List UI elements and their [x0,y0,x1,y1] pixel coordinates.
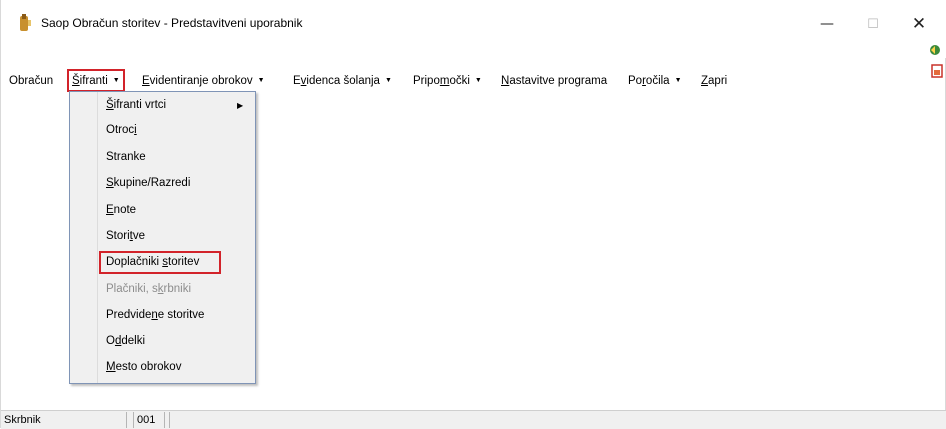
status-user: Skrbnik [1,412,127,428]
highlight-box [99,251,221,274]
menu-evidenca-solanja[interactable]: Evidenca šolanja ▼ [293,72,392,90]
menu-item-label: Otroc [106,124,135,136]
menu-accesskey: Z [701,75,709,87]
document-icon[interactable] [931,64,943,78]
menu-accesskey: Š [106,99,114,111]
menu-item-label: ifranti vrtci [113,99,167,111]
menu-item-placniki-skrbniki: Plačniki, skrbniki [106,279,191,299]
menu-item-label: Stranke [106,151,146,163]
menu-sifranti[interactable]: Šifranti ▼ [67,69,125,92]
status-message [169,412,946,428]
menu-label: apri [708,75,728,87]
maximize-button[interactable]: ☐ [850,10,896,38]
menu-item-label: ve [132,230,146,242]
menu-label: ifranti [79,75,108,87]
menu-label: Po [628,75,643,87]
minimize-button[interactable]: — [804,10,850,38]
menu-zapri[interactable]: Zapri [701,72,727,90]
menu-label: Pripo [413,75,440,87]
menu-label: astavitve programa [509,75,608,87]
app-window: Saop Obračun storitev - Predstavitveni u… [0,0,946,429]
close-button[interactable]: ✕ [896,10,942,38]
menu-accesskey: E [142,75,150,87]
menu-item-label: rbniki [163,283,192,295]
menu-pripomocki[interactable]: Pripomočki ▼ [413,72,482,90]
menu-accesskey: E [106,204,114,216]
title-bar: Saop Obračun storitev - Predstavitveni u… [1,0,946,58]
window-title: Saop Obračun storitev - Predstavitveni u… [41,16,303,30]
menu-label: očki [449,75,470,87]
app-icon [20,14,31,31]
menu-item-otroci[interactable]: Otroci [106,120,137,140]
chevron-down-icon: ▼ [112,77,120,84]
menu-item-stranke[interactable]: Stranke [106,147,146,167]
menu-accesskey: Š [72,75,80,87]
menu-item-label: esto obrokov [115,361,182,373]
menu-item-label: e storitve [157,309,205,321]
menu-item-label: Predvide [106,309,152,321]
menu-item-mesto-obrokov[interactable]: Mesto obrokov [106,357,181,377]
menu-porocila[interactable]: Poročila ▼ [628,72,682,90]
menu-evidentiranje-obrokov[interactable]: Evidentiranje obrokov ▼ [142,72,265,90]
menu-item-storitve[interactable]: Storitve [106,226,145,246]
menu-gutter [70,92,98,383]
chevron-down-icon: ▼ [474,77,482,84]
status-code: 001 [133,412,165,428]
menu-label: očila [645,75,670,87]
submenu-arrow-icon: ▶ [237,101,244,110]
menu-label: idenca šolanja [306,75,380,87]
chevron-down-icon: ▼ [257,77,265,84]
menu-item-label: kupine/Razredi [113,177,191,189]
menu-label: Obračun [9,75,54,87]
menu-item-label: Plačniki, s [106,283,158,295]
sifranti-dropdown-menu [69,91,256,384]
menu-item-label: Stori [106,230,130,242]
menu-accesskey: S [106,177,114,189]
menu-nastavitve-programa[interactable]: Nastavitve programa [501,72,607,90]
refresh-icon[interactable] [929,44,941,56]
chevron-down-icon: ▼ [674,77,682,84]
menu-item-predvidene-storitve[interactable]: Predvidene storitve [106,305,204,325]
menu-item-sifranti-vrtci[interactable]: Šifranti vrtci [106,95,166,115]
chevron-down-icon: ▼ [384,77,392,84]
menu-item-label: O [106,335,115,347]
menu-item-oddelki[interactable]: Oddelki [106,331,145,351]
menu-accesskey: M [106,361,116,373]
status-bar: Skrbnik 001 [1,410,946,429]
menu-accesskey: m [439,75,450,87]
menu-item-label: note [113,204,137,216]
menu-label: videntiranje obrokov [149,75,253,87]
menu-item-label: delki [121,335,146,347]
menu-label: E [293,75,301,87]
menu-obracun[interactable]: Obračun [9,72,53,90]
menu-item-enote[interactable]: Enote [106,200,136,220]
menu-accesskey: i [134,124,137,136]
menu-item-skupine-razredi[interactable]: Skupine/Razredi [106,173,190,193]
